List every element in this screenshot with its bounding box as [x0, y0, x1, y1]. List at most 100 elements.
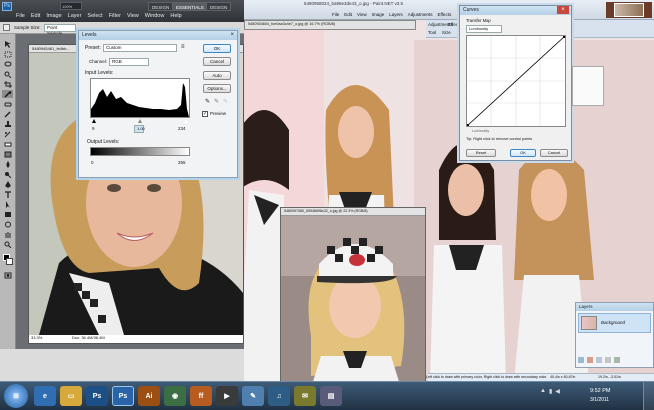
layers-title-bar[interactable]: Layers: [576, 303, 653, 311]
path-select-tool-icon[interactable]: [2, 200, 13, 208]
workspace-design2-button[interactable]: DESIGN: [206, 2, 232, 11]
curves-reset-button[interactable]: Reset: [466, 149, 496, 157]
transfer-map-select[interactable]: Luminosity: [466, 25, 502, 33]
preset-options-icon[interactable]: ≡: [181, 44, 185, 50]
merge-layer-icon[interactable]: [605, 357, 611, 363]
sample-size-select[interactable]: Point Sample: [44, 24, 76, 36]
shape-tool-icon[interactable]: [2, 210, 13, 218]
crop-tool-icon[interactable]: [2, 80, 13, 88]
blur-tool-icon[interactable]: [2, 160, 13, 168]
ie-icon[interactable]: e: [34, 386, 56, 406]
explorer-icon[interactable]: ▭: [60, 386, 82, 406]
photoshop-logo[interactable]: Ps: [2, 2, 12, 11]
delete-layer-icon[interactable]: [587, 357, 593, 363]
quick-mask-icon[interactable]: [2, 271, 13, 279]
shadow-input-value[interactable]: 9: [92, 126, 95, 131]
levels-options-button[interactable]: Options...: [203, 84, 231, 93]
zoom-readout[interactable]: 33.3%: [31, 335, 42, 340]
marquee-tool-icon[interactable]: [2, 50, 13, 58]
healing-brush-tool-icon[interactable]: [2, 100, 13, 108]
document-window-2[interactable]: 5480934604_fce0aa3c4e7_o.jpg @ 16.7% (RG…: [244, 20, 416, 30]
input-levels-slider[interactable]: [90, 119, 190, 124]
curve-graph[interactable]: [466, 35, 566, 127]
move-tool-icon[interactable]: [2, 40, 13, 48]
clock-time[interactable]: 9:52 PM: [590, 388, 610, 394]
shadow-output-value[interactable]: 0: [91, 160, 94, 165]
tab-size[interactable]: Size: [442, 30, 451, 35]
add-layer-icon[interactable]: [578, 357, 584, 363]
firefox-taskbar-icon[interactable]: ff: [190, 386, 212, 406]
pdn-menu-file[interactable]: File: [332, 12, 339, 17]
thumbnail-image[interactable]: [614, 3, 644, 17]
winamp-taskbar-icon[interactable]: ▶: [216, 386, 238, 406]
menu-view[interactable]: View: [125, 12, 141, 22]
workspace-design-button[interactable]: DESIGN: [148, 2, 174, 11]
eraser-tool-icon[interactable]: [2, 140, 13, 148]
media-player-taskbar-icon[interactable]: ♫: [268, 386, 290, 406]
pdn-menu-adjustments[interactable]: Adjustments: [408, 12, 433, 17]
black-eyedropper-icon[interactable]: ✎: [205, 98, 210, 105]
menu-image[interactable]: Image: [44, 12, 63, 22]
history-brush-tool-icon[interactable]: [2, 130, 13, 138]
chrome-taskbar-icon[interactable]: ◉: [164, 386, 186, 406]
photoshop-taskbar-icon[interactable]: Ps: [86, 386, 108, 406]
brush-tool-icon[interactable]: [2, 110, 13, 118]
duplicate-layer-icon[interactable]: [596, 357, 602, 363]
close-icon[interactable]: ×: [230, 32, 234, 38]
menu-layer[interactable]: Layer: [66, 12, 84, 22]
curves-close-icon[interactable]: ×: [557, 6, 569, 14]
gray-eyedropper-icon[interactable]: ✎: [214, 98, 219, 105]
midtone-input-value[interactable]: 1.00: [134, 125, 145, 133]
preview-checkbox[interactable]: ✓: [202, 111, 208, 117]
layer-properties-icon[interactable]: [614, 357, 620, 363]
hand-tool-icon[interactable]: [2, 230, 13, 238]
levels-ok-button[interactable]: OK: [203, 44, 231, 53]
levels-auto-button[interactable]: Auto: [203, 71, 231, 80]
pen-tool-icon[interactable]: [2, 180, 13, 188]
curves-cancel-button[interactable]: Cancel: [540, 149, 568, 157]
zoom-tool-icon[interactable]: [2, 240, 13, 248]
curves-ok-button[interactable]: OK: [510, 149, 536, 157]
pdn-menu-edit[interactable]: Edit: [344, 12, 352, 17]
menu-filter[interactable]: Filter: [107, 12, 123, 22]
show-desktop-button[interactable]: [643, 382, 654, 410]
midtone-input-handle[interactable]: [138, 119, 142, 123]
paintnet-taskbar-icon[interactable]: ✎: [242, 386, 264, 406]
white-eyedropper-icon[interactable]: ✎: [223, 98, 228, 105]
shadow-input-handle[interactable]: [92, 119, 96, 123]
menu-select[interactable]: Select: [85, 12, 104, 22]
menu-window[interactable]: Window: [143, 12, 167, 22]
preset-select[interactable]: Custom: [103, 44, 177, 52]
pdn-menu-effects[interactable]: Effects: [438, 12, 452, 17]
pdn-menu-image[interactable]: Image: [372, 12, 385, 17]
photoshop-active-taskbar-icon[interactable]: Ps: [112, 386, 134, 406]
menu-help[interactable]: Help: [168, 12, 183, 22]
pdn-menu-view[interactable]: View: [357, 12, 367, 17]
clone-stamp-tool-icon[interactable]: [2, 120, 13, 128]
notes-taskbar-icon[interactable]: ✉: [294, 386, 316, 406]
type-tool-icon[interactable]: [2, 190, 13, 198]
document-window-3[interactable]: 5480957080_59546698c32_o.jpg @ 22.3% (RG…: [280, 207, 426, 387]
volume-icon[interactable]: ◀: [555, 388, 560, 395]
highlight-output-value[interactable]: 255: [178, 160, 186, 165]
document-3-title[interactable]: 5480957080_59546698c32_o.jpg @ 22.3% (RG…: [281, 208, 425, 216]
misc-taskbar-icon[interactable]: ▤: [320, 386, 342, 406]
zoom-level-box[interactable]: 100%: [60, 2, 82, 10]
eyedropper-tool-icon[interactable]: [2, 90, 13, 98]
pdn-menu-layers[interactable]: Layers: [389, 12, 403, 17]
network-icon[interactable]: ▮: [549, 388, 552, 395]
quick-select-tool-icon[interactable]: [2, 70, 13, 78]
tray-arrow-icon[interactable]: ▲: [540, 388, 546, 395]
gradient-tool-icon[interactable]: [2, 150, 13, 158]
eyedropper-option-icon[interactable]: [3, 24, 10, 31]
clock-date[interactable]: 3/1/2011: [590, 397, 609, 403]
illustrator-taskbar-icon[interactable]: Ai: [138, 386, 160, 406]
channel-select[interactable]: RGB: [109, 58, 149, 66]
tab-tool[interactable]: Tool: [428, 30, 436, 35]
curves-title-bar[interactable]: Curves ×: [460, 6, 571, 15]
menu-file[interactable]: File: [14, 12, 27, 22]
levels-title-bar[interactable]: Levels ×: [79, 31, 237, 40]
3d-rotate-tool-icon[interactable]: [2, 220, 13, 228]
menu-edit[interactable]: Edit: [29, 12, 42, 22]
workspace-essentials-button[interactable]: ESSENTIALS: [172, 2, 208, 11]
